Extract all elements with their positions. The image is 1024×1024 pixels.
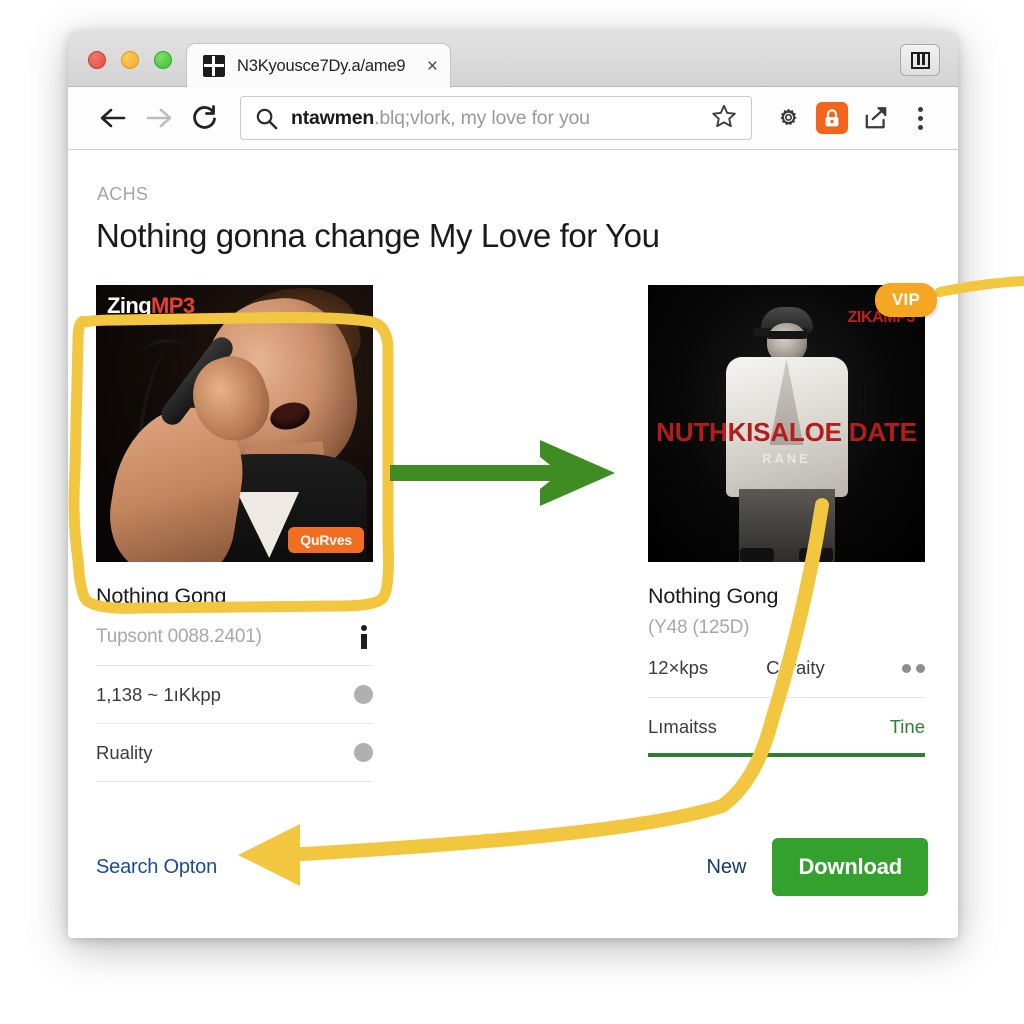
browser-tab[interactable]: N3Kyousce7Dy.a/ame9 × bbox=[186, 43, 451, 88]
reload-icon bbox=[193, 105, 216, 129]
left-track-card: ZingMP3 QuRves Nothing Gong Tupsont 0088… bbox=[96, 285, 373, 782]
security-lock-button[interactable] bbox=[810, 96, 854, 140]
tab-title: N3Kyousce7Dy.a/ame9 bbox=[237, 56, 406, 75]
search-option-link[interactable]: Search Opton bbox=[96, 856, 217, 879]
right-card-title: Nothing Gong bbox=[648, 584, 779, 608]
right-album-subtitle: RANE bbox=[762, 451, 811, 466]
right-card-row-bitrate[interactable]: 12×kps Caraity bbox=[648, 639, 925, 697]
bookmark-star-icon bbox=[712, 104, 736, 127]
left-album-art[interactable]: ZingMP3 QuRves bbox=[96, 285, 373, 562]
right-card-subtitle: (Y48 (125D) bbox=[648, 617, 750, 638]
watermark-zing: Zing bbox=[107, 293, 152, 318]
browser-window: N3Kyousce7Dy.a/ame9 × ntawmen.blq;vlork,… bbox=[68, 31, 958, 938]
left-card-row-quality[interactable]: Ruality bbox=[96, 723, 373, 781]
radio-dot-icon[interactable] bbox=[354, 685, 373, 704]
right-album-title: NUTHKISALOE DATE bbox=[656, 417, 917, 447]
screenshot-root: N3Kyousce7Dy.a/ame9 × ntawmen.blq;vlork,… bbox=[0, 0, 1024, 1024]
sunglasses-icon bbox=[766, 331, 807, 339]
left-card-subtitle-row: Tupsont 0088.2401) bbox=[96, 609, 373, 665]
address-bar[interactable]: ntawmen.blq;vlork, my love for you bbox=[240, 96, 752, 140]
lock-badge bbox=[816, 102, 848, 134]
maximize-window-button[interactable] bbox=[154, 51, 172, 69]
kebab-menu-icon bbox=[917, 106, 923, 130]
lock-icon bbox=[825, 109, 839, 127]
left-row-bitrate-label: 1,138 ~ 1ıKkpp bbox=[96, 683, 221, 705]
share-button[interactable] bbox=[854, 96, 898, 140]
page-eyebrow: ACHS bbox=[97, 184, 149, 204]
extension-gear-button[interactable] bbox=[766, 96, 810, 140]
left-card-title: Nothing Gong bbox=[96, 584, 227, 608]
right-card-row-limits[interactable]: Lımaitss Tine bbox=[648, 697, 925, 755]
window-controls[interactable] bbox=[88, 51, 172, 69]
gear-icon bbox=[779, 108, 797, 125]
left-row-quality-label: Ruality bbox=[96, 741, 153, 763]
bookmark-star-button[interactable] bbox=[711, 103, 737, 134]
download-button[interactable]: Download bbox=[772, 838, 928, 896]
right-track-card: ZIKAMP3 NUTHKISALOE DATE RANE Nothing Go… bbox=[648, 285, 925, 782]
address-bar-rest: .blq;vlork, my love for you bbox=[374, 106, 590, 129]
close-window-button[interactable] bbox=[88, 51, 106, 69]
right-row-quality-label: Caraity bbox=[766, 657, 825, 678]
left-card-divider bbox=[96, 781, 373, 782]
forward-button[interactable] bbox=[136, 95, 182, 141]
right-row-limits-label: Lımaitss bbox=[648, 715, 717, 737]
watermark-mp3: MP3 bbox=[151, 293, 195, 318]
info-icon[interactable] bbox=[355, 625, 373, 649]
artist-shoe-right bbox=[799, 548, 833, 562]
right-row-bitrate-label: 12×kps bbox=[648, 657, 709, 678]
right-album-art[interactable]: ZIKAMP3 NUTHKISALOE DATE RANE bbox=[648, 285, 925, 562]
browser-titlebar: N3Kyousce7Dy.a/ame9 × bbox=[68, 31, 958, 88]
page-content: ACHS Nothing gonna change My Love for Yo… bbox=[68, 150, 958, 938]
browser-toolbar: ntawmen.blq;vlork, my love for you bbox=[68, 87, 958, 150]
radio-dot-icon[interactable] bbox=[354, 743, 373, 762]
close-icon[interactable]: × bbox=[427, 57, 438, 76]
minimize-window-button[interactable] bbox=[121, 51, 139, 69]
cards-container: ZingMP3 QuRves Nothing Gong Tupsont 0088… bbox=[96, 285, 928, 782]
back-arrow-icon bbox=[100, 108, 126, 128]
page-footer: Search Opton New Download bbox=[96, 838, 928, 896]
address-bar-text: ntawmen.blq;vlork, my love for you bbox=[291, 107, 698, 130]
left-card-subtitle: Tupsont 0088.2401) bbox=[96, 626, 262, 647]
zing-mp3-watermark: ZingMP3 bbox=[107, 293, 195, 318]
grid-favicon-icon bbox=[203, 55, 225, 77]
two-dots-icon[interactable] bbox=[902, 663, 925, 673]
green-underline bbox=[648, 753, 925, 757]
browser-menu-button[interactable] bbox=[898, 96, 942, 140]
zikamp3-watermark: ZIKAMP3 bbox=[847, 309, 916, 326]
share-icon bbox=[865, 107, 887, 129]
quves-badge: QuRves bbox=[288, 527, 364, 553]
new-button[interactable]: New bbox=[706, 856, 746, 879]
right-row-value: Tine bbox=[889, 715, 925, 737]
panel-layout-icon bbox=[910, 51, 930, 69]
back-button[interactable] bbox=[90, 95, 136, 141]
artist-shoe-left bbox=[740, 548, 774, 562]
search-icon bbox=[256, 108, 278, 129]
left-card-row-bitrate[interactable]: 1,138 ~ 1ıKkpp bbox=[96, 665, 373, 723]
forward-arrow-icon bbox=[146, 108, 172, 128]
address-bar-host: ntawmen bbox=[291, 106, 375, 129]
page-title: Nothing gonna change My Love for You bbox=[96, 217, 660, 254]
panel-layout-button[interactable] bbox=[900, 44, 940, 76]
reload-button[interactable] bbox=[182, 95, 228, 141]
